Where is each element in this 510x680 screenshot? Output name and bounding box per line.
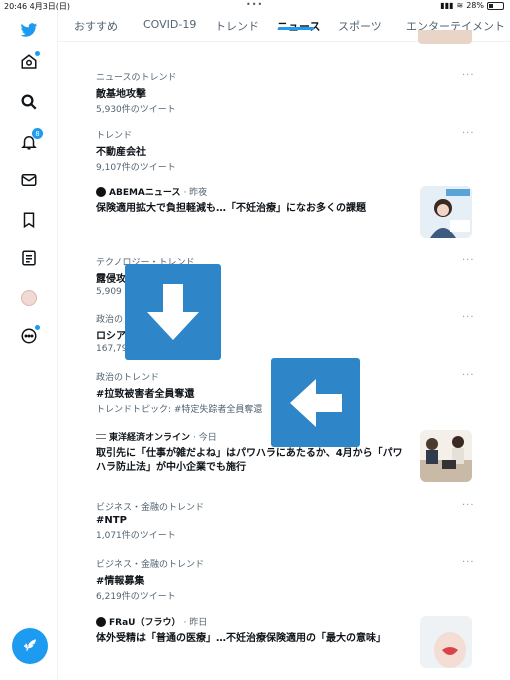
trend-category: トレンド [96, 131, 133, 141]
battery-percent: 28% [466, 1, 484, 10]
news-time: · 昨日 [183, 618, 208, 628]
multitasking-dots-icon[interactable]: ••• [246, 0, 263, 9]
more-icon[interactable]: ··· [462, 500, 475, 511]
trend-title: #情報募集 [96, 576, 145, 587]
more-icon[interactable]: ··· [462, 255, 475, 266]
twitter-logo-icon[interactable] [19, 20, 39, 40]
trend-count: 5,930件のツイート [96, 105, 176, 115]
tab-recommended[interactable]: おすすめ [74, 18, 118, 34]
news-item[interactable]: FRaU（フラウ） · 昨日 体外受精は「普通の医療」…不妊治療保険適用の「最大… [96, 615, 466, 646]
news-header: FRaU（フラウ） · 昨日 [96, 615, 466, 628]
news-title: 保険適用拡大で負担軽減も…「不妊治療」になお多くの課題 [96, 203, 366, 214]
trend-count: 9,107件のツイート [96, 163, 176, 173]
news-time: · 今日 [193, 433, 217, 443]
trend-category: ニュースのトレンド [96, 73, 177, 83]
lists-icon[interactable] [19, 248, 39, 268]
more-icon[interactable]: ··· [462, 370, 475, 381]
notifications-icon[interactable]: 8 [19, 128, 43, 152]
news-thumbnail [420, 616, 472, 668]
news-header: ABEMAニュース · 昨夜 [96, 185, 466, 198]
trend-title: #NTP [96, 515, 127, 526]
home-icon[interactable] [19, 51, 40, 72]
signal-icon: ▮▮▮ [440, 1, 454, 10]
news-thumbnail [420, 186, 472, 238]
trend-category: ビジネス・金融のトレンド [96, 503, 205, 513]
more-options-icon[interactable] [19, 325, 40, 346]
more-icon[interactable]: ··· [462, 557, 475, 568]
news-title: 取引先に「仕事が雑だよね」はパワハラにあたるか、4月から「パワハラ防止法」が中小… [96, 448, 403, 473]
status-right: ▮▮▮ ≋ 28% [440, 1, 504, 10]
news-source: ABEMAニュース [109, 188, 181, 198]
compose-tweet-button[interactable] [12, 628, 48, 664]
trend-count: 1,071件のツイート [96, 531, 176, 541]
more-icon[interactable]: ··· [462, 128, 475, 139]
trend-item[interactable]: ビジネス・金融のトレンド #NTP 1,071件のツイート [96, 500, 466, 541]
news-source: FRaU（フラウ） [109, 618, 181, 628]
bookmarks-icon[interactable] [19, 210, 39, 230]
tab-trending[interactable]: トレンド [215, 18, 259, 34]
home-new-dot [35, 51, 40, 56]
trend-category: ビジネス・金融のトレンド [96, 560, 205, 570]
wifi-icon: ≋ [456, 1, 464, 10]
left-arrow-icon [271, 358, 360, 447]
trend-item[interactable]: ニュースのトレンド 敵基地攻撃 5,930件のツイート [96, 70, 466, 115]
status-bar: 20:46 4月3日(日) ••• ▮▮▮ ≋ 28% [0, 0, 510, 12]
news-thumbnail [420, 430, 472, 482]
explore-icon[interactable] [19, 92, 39, 112]
sidebar: 8 [0, 12, 58, 680]
news-source-logo-icon [96, 434, 106, 439]
news-time: · 昨夜 [183, 188, 208, 198]
notification-badge: 8 [32, 128, 43, 139]
news-title: 体外受精は「普通の医療」…不妊治療保険適用の「最大の意味」 [96, 633, 386, 644]
more-icon[interactable]: ··· [462, 312, 475, 323]
trend-item[interactable]: ビジネス・金融のトレンド #情報募集 6,219件のツイート [96, 557, 466, 602]
quill-icon [24, 639, 36, 652]
trend-title: 不動産会社 [96, 147, 146, 158]
news-item[interactable]: ABEMAニュース · 昨夜 保険適用拡大で負担軽減も…「不妊治療」になお多くの… [96, 185, 466, 216]
more-icon[interactable]: ··· [462, 70, 475, 81]
trend-title: 敵基地攻撃 [96, 89, 146, 100]
profile-avatar[interactable] [19, 288, 39, 308]
active-tab-indicator [278, 27, 314, 30]
battery-icon [487, 1, 504, 10]
more-new-dot [35, 325, 40, 330]
news-source-logo-icon [96, 186, 106, 197]
news-source: 東洋経済オンライン [109, 433, 191, 443]
partial-thumbnail [418, 30, 472, 44]
tab-sports[interactable]: スポーツ [338, 18, 382, 34]
avatar [21, 290, 37, 306]
down-arrow-icon [125, 264, 221, 360]
tab-news[interactable]: ニュース [277, 18, 320, 34]
news-source-logo-icon [96, 616, 106, 627]
messages-icon[interactable] [19, 170, 39, 190]
trend-item[interactable]: トレンド 不動産会社 9,107件のツイート [96, 128, 466, 173]
status-time: 20:46 4月3日(日) [4, 2, 71, 11]
trend-count: 6,219件のツイート [96, 592, 176, 602]
tab-covid19[interactable]: COVID-19 [143, 18, 196, 31]
